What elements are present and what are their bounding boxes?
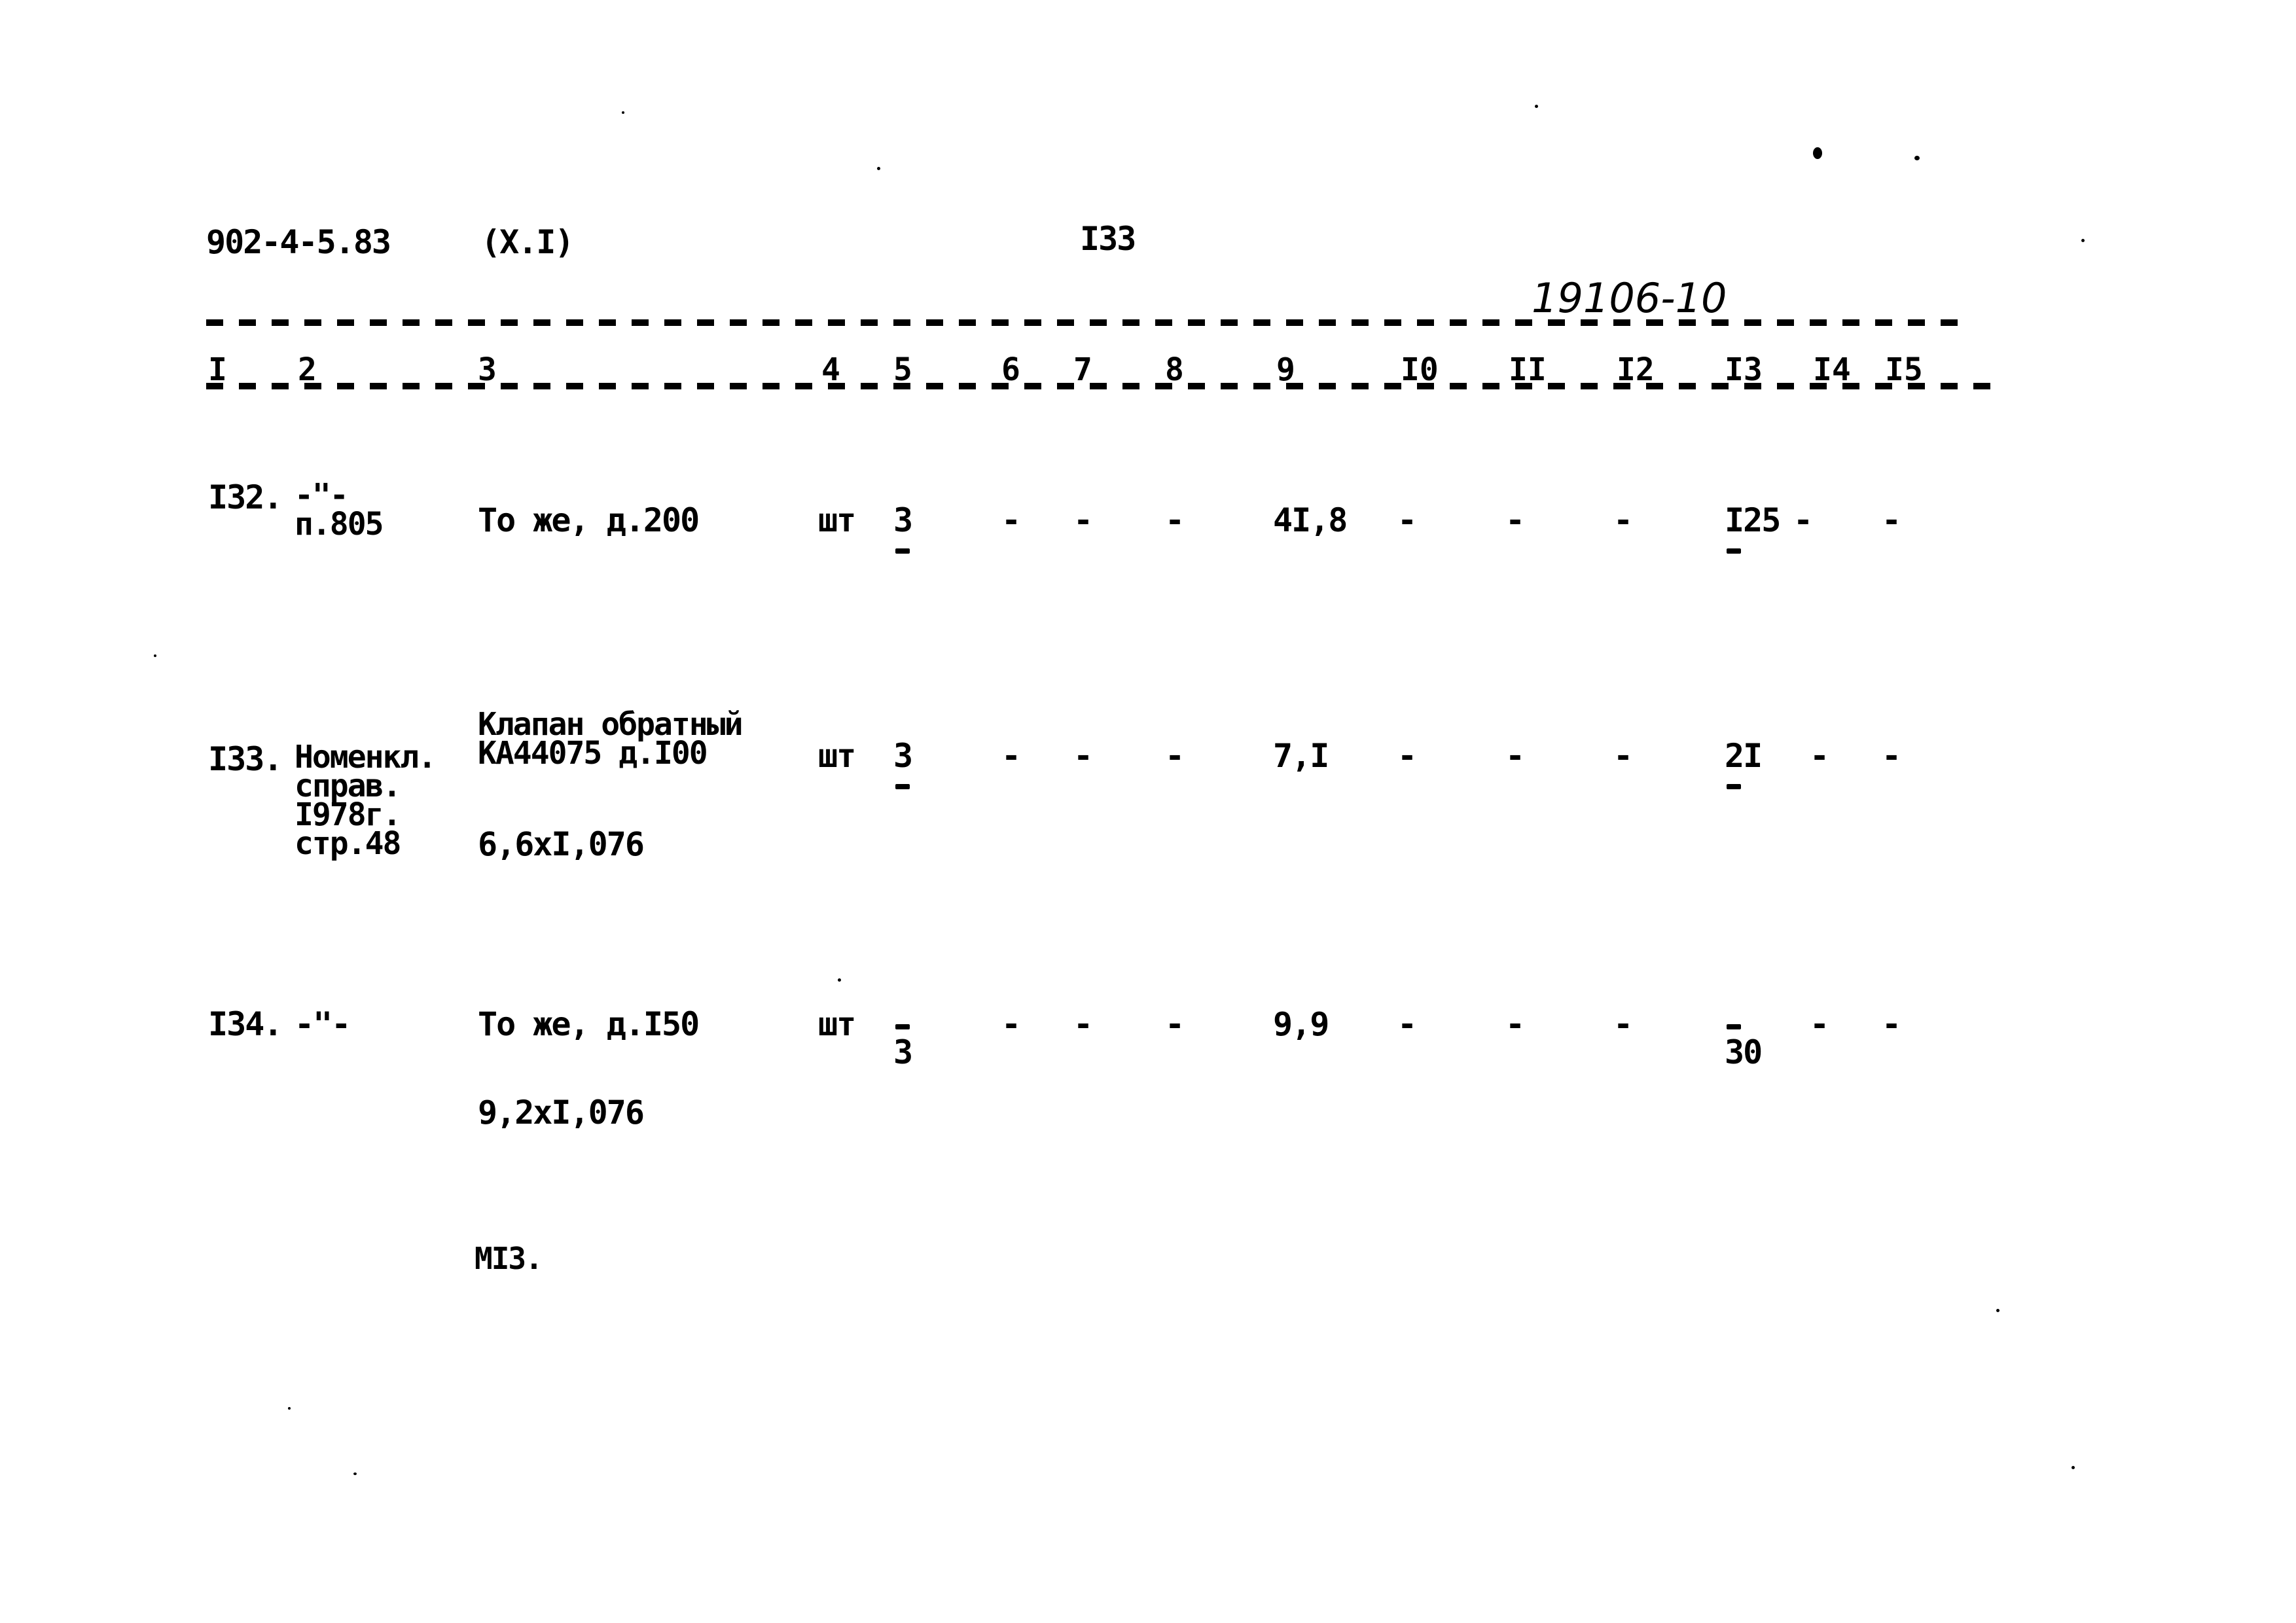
- col13-underline: [1727, 548, 1741, 554]
- cell-col7: -: [1073, 737, 1093, 775]
- cell-col8: -: [1165, 1005, 1185, 1043]
- quantity-underline: [895, 784, 910, 789]
- cell-col8: -: [1165, 501, 1185, 539]
- calculation: 9,2xI,076: [478, 1094, 645, 1132]
- calculation: 6,6xI,076: [478, 825, 645, 863]
- cell-col11: -: [1505, 1005, 1525, 1043]
- document-code: 902-4-5.83: [206, 223, 391, 261]
- item-name: То же, д.200: [478, 501, 700, 539]
- scan-speck: [154, 654, 156, 657]
- scan-speck: [1914, 156, 1920, 160]
- quantity-overline: [895, 1024, 910, 1029]
- scan-speck: [838, 978, 841, 982]
- cell-col13: 2I: [1725, 737, 1763, 775]
- scan-speck: [1535, 105, 1538, 108]
- header-divider: [206, 383, 1996, 389]
- page-number: I33: [1080, 220, 1136, 258]
- footer-mark: МI3.: [475, 1241, 543, 1276]
- cell-col6: -: [1001, 1005, 1021, 1043]
- cell-col11: -: [1505, 737, 1525, 775]
- quantity: 3: [893, 501, 913, 539]
- cell-col15: -: [1882, 501, 1901, 539]
- cell-col10: -: [1397, 1005, 1417, 1043]
- cell-col13: 30: [1725, 1033, 1763, 1071]
- unit: шт: [818, 737, 856, 775]
- item-name: То же, д.I50: [478, 1005, 700, 1043]
- quantity: 3: [893, 737, 913, 775]
- row-number: I32.: [208, 478, 283, 516]
- col13-underline: [1727, 784, 1741, 789]
- cell-col10: -: [1397, 737, 1417, 775]
- cell-col11: -: [1505, 501, 1525, 539]
- quantity: 3: [893, 1033, 913, 1071]
- item-name: Клапан обратный КА44075 д.I00: [478, 706, 743, 772]
- quantity-underline: [895, 548, 910, 554]
- cell-col7: -: [1073, 1005, 1093, 1043]
- col13-overline: [1727, 1024, 1741, 1029]
- scan-speck: [353, 1472, 357, 1475]
- cell-col12: -: [1613, 737, 1633, 775]
- cell-col13: I25: [1725, 501, 1781, 539]
- row-number: I34.: [208, 1005, 283, 1043]
- cell-col15: -: [1882, 737, 1901, 775]
- unit: шт: [818, 1005, 856, 1043]
- source-ref: Номенкл. справ. I978г. стр.48: [295, 739, 437, 863]
- cell-col6: -: [1001, 501, 1021, 539]
- scan-speck: [2081, 239, 2085, 242]
- scan-speck: [1813, 147, 1822, 159]
- cell-col15: -: [1882, 1005, 1901, 1043]
- cell-col14: -: [1810, 737, 1829, 775]
- cell-col7: -: [1073, 501, 1093, 539]
- handwritten-reference: 19106-10: [1532, 274, 1727, 322]
- source-ref: -"- п.805: [295, 477, 384, 543]
- cell-col8: -: [1165, 737, 1185, 775]
- cell-col9: 4I,8: [1273, 501, 1348, 539]
- scan-speck: [288, 1407, 291, 1410]
- cell-col10: -: [1397, 501, 1417, 539]
- cell-col12: -: [1613, 501, 1633, 539]
- top-divider: [206, 319, 1960, 326]
- cell-col9: 7,I: [1273, 737, 1329, 775]
- scan-speck: [2072, 1466, 2075, 1469]
- source-ref: -"-: [295, 1005, 351, 1043]
- scan-speck: [877, 167, 880, 170]
- cell-col14: -: [1793, 501, 1813, 539]
- scan-speck: [1996, 1309, 2000, 1312]
- row-number: I33.: [208, 740, 283, 778]
- cell-col9: 9,9: [1273, 1005, 1329, 1043]
- cell-col6: -: [1001, 737, 1021, 775]
- section-label: (X.I): [481, 223, 575, 261]
- cell-col14: -: [1810, 1005, 1829, 1043]
- unit: шт: [818, 501, 856, 539]
- cell-col12: -: [1613, 1005, 1633, 1043]
- scan-speck: [622, 111, 624, 114]
